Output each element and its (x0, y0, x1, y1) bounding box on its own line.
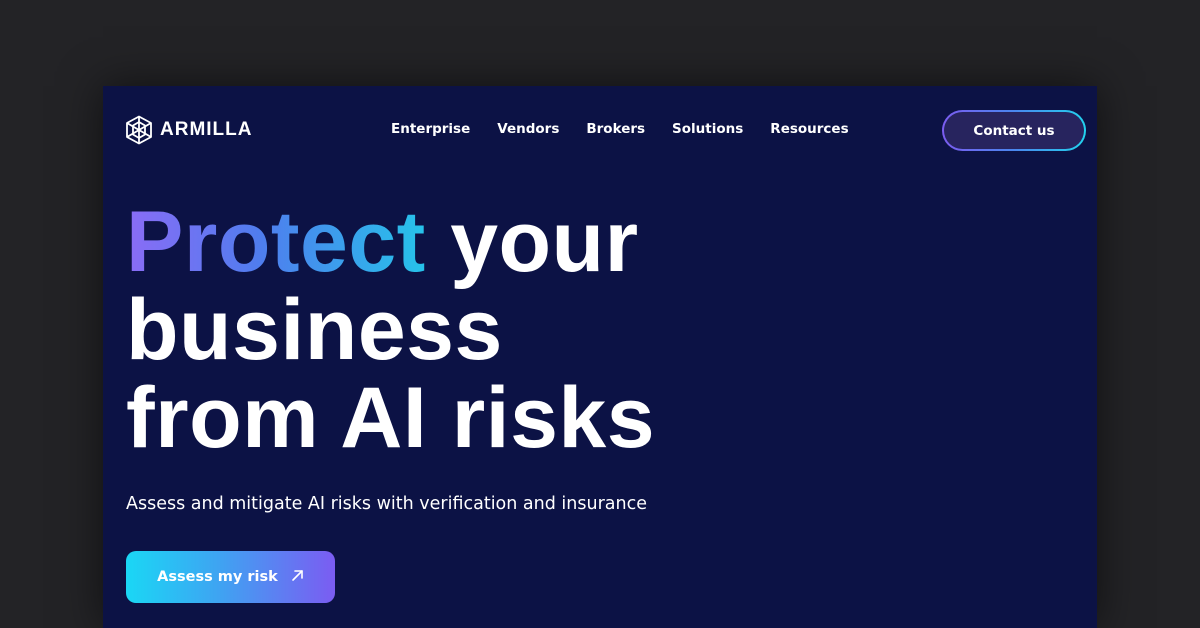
nav-item-brokers[interactable]: Brokers (586, 121, 645, 137)
main-nav: Enterprise Vendors Brokers Solutions Res… (391, 121, 876, 137)
brand-name: ARMILLA (160, 119, 253, 140)
arrow-up-right-icon (291, 569, 304, 586)
nav-item-enterprise[interactable]: Enterprise (391, 121, 470, 137)
contact-us-label: Contact us (944, 112, 1084, 149)
hero-title: Protect your business from AI risks (126, 198, 826, 462)
website-page: ARMILLA Enterprise Vendors Brokers Solut… (103, 86, 1097, 628)
nav-item-resources[interactable]: Resources (770, 121, 848, 137)
hero-title-line-3: from AI risks (126, 370, 656, 466)
contact-us-button[interactable]: Contact us (942, 110, 1086, 151)
hero-section: Protect your business from AI risks (126, 198, 826, 462)
navbar: ARMILLA Enterprise Vendors Brokers Solut… (103, 86, 1097, 176)
hero-title-line-2: business (126, 282, 503, 378)
brand-logo[interactable]: ARMILLA (125, 115, 252, 145)
armilla-logo-icon (125, 115, 153, 145)
assess-my-risk-button[interactable]: Assess my risk (126, 551, 335, 603)
nav-item-vendors[interactable]: Vendors (497, 121, 559, 137)
hero-subtitle: Assess and mitigate AI risks with verifi… (126, 494, 647, 514)
hero-title-line-1: Protect your (126, 198, 826, 286)
hero-title-highlight: Protect (126, 194, 426, 290)
hero-title-rest: your (425, 194, 639, 290)
nav-item-solutions[interactable]: Solutions (672, 121, 743, 137)
cta-label: Assess my risk (157, 569, 278, 585)
